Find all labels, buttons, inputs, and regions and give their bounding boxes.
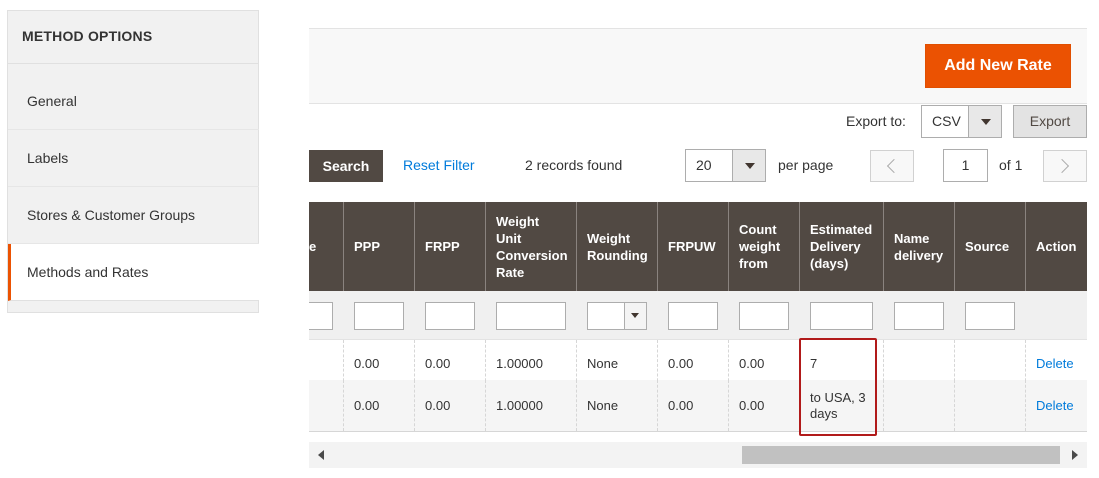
- column-header-weight-rounding[interactable]: Weight Rounding: [576, 202, 657, 291]
- chevron-down-icon: [624, 303, 646, 329]
- sidebar-item-general[interactable]: General: [8, 73, 259, 130]
- page-size-value: 20: [696, 157, 712, 173]
- sidebar-item-stores-customer-groups[interactable]: Stores & Customer Groups: [8, 187, 259, 244]
- export-format-value: CSV: [932, 113, 961, 129]
- sidebar-item-label: Stores & Customer Groups: [27, 207, 196, 223]
- export-format-select[interactable]: CSV: [921, 105, 1002, 138]
- sidebar-item-label: Labels: [27, 150, 69, 166]
- page-size-select[interactable]: 20: [685, 149, 766, 182]
- filter-input-frpp[interactable]: [425, 302, 475, 330]
- rates-grid-header: e PPP FRPP Weight Unit Conversion Rate W…: [309, 202, 1087, 291]
- cell-frpp: 0.00: [414, 380, 485, 431]
- filter-input-frpuw[interactable]: [668, 302, 718, 330]
- filter-input-name-delivery[interactable]: [894, 302, 944, 330]
- next-page-button[interactable]: [1043, 150, 1087, 182]
- scroll-left-arrow-icon[interactable]: [318, 450, 324, 460]
- scrollbar-thumb[interactable]: [742, 446, 1060, 464]
- filter-input-ppp[interactable]: [354, 302, 404, 330]
- column-header-frpp[interactable]: FRPP: [414, 202, 485, 291]
- table-row: 0.00 0.00 1.00000 None 0.00 0.00 to USA,…: [309, 380, 1087, 432]
- scroll-right-arrow-icon[interactable]: [1072, 450, 1078, 460]
- column-header-ppp[interactable]: PPP: [343, 202, 414, 291]
- column-header-source[interactable]: Source: [954, 202, 1025, 291]
- filter-input-source[interactable]: [965, 302, 1015, 330]
- column-header-partial[interactable]: e: [299, 202, 344, 291]
- export-button[interactable]: Export: [1013, 105, 1087, 138]
- column-header-action: Action: [1025, 202, 1087, 291]
- cell-conversion-rate: 1.00000: [485, 380, 576, 431]
- sidebar-item-methods-and-rates[interactable]: Methods and Rates: [8, 244, 259, 301]
- filter-select-weight-rounding[interactable]: [587, 302, 647, 330]
- search-button[interactable]: Search: [309, 150, 383, 182]
- chevron-down-icon: [732, 150, 765, 181]
- method-options-sidebar: METHOD OPTIONS General Labels Stores & C…: [7, 10, 259, 313]
- records-found-count: 2 records found: [525, 157, 623, 173]
- sidebar-title: METHOD OPTIONS: [22, 28, 153, 44]
- chevron-left-icon: [886, 158, 902, 174]
- sidebar-item-labels[interactable]: Labels: [8, 130, 259, 187]
- cell-source: [954, 380, 1025, 431]
- column-header-frpuw[interactable]: FRPUW: [657, 202, 728, 291]
- chevron-down-icon: [968, 106, 1001, 137]
- sidebar-item-label: General: [27, 93, 77, 109]
- horizontal-scrollbar[interactable]: [309, 442, 1087, 468]
- previous-page-button[interactable]: [870, 150, 914, 182]
- column-header-count-weight-from[interactable]: Count weight from: [728, 202, 799, 291]
- cell-frpuw: 0.00: [657, 380, 728, 431]
- cell-estimated-delivery: to USA, 3 days: [799, 380, 883, 431]
- per-page-label: per page: [778, 157, 834, 173]
- cell-ppp: 0.00: [343, 380, 414, 431]
- filter-input-partial[interactable]: [309, 302, 333, 330]
- column-header-estimated-delivery[interactable]: Estimated Delivery (days): [799, 202, 883, 291]
- cell-name-delivery: [883, 380, 954, 431]
- cell-weight-rounding: None: [576, 380, 657, 431]
- chevron-right-icon: [1054, 158, 1070, 174]
- filter-input-estimated-delivery[interactable]: [810, 302, 873, 330]
- total-pages-label: of 1: [999, 157, 1023, 173]
- column-header-weight-unit-conversion-rate[interactable]: Weight Unit Conversion Rate: [485, 202, 576, 291]
- delete-link[interactable]: Delete: [1025, 380, 1087, 431]
- grid-filter-row: [309, 291, 1087, 340]
- filter-input-count-weight-from[interactable]: [739, 302, 789, 330]
- reset-filter-link[interactable]: Reset Filter: [403, 157, 475, 173]
- cell-count-weight-from: 0.00: [728, 380, 799, 431]
- current-page-input[interactable]: 1: [943, 149, 988, 182]
- sidebar-divider: [8, 63, 258, 64]
- filter-input-conversion-rate[interactable]: [496, 302, 566, 330]
- sidebar-item-label: Methods and Rates: [27, 264, 149, 280]
- column-header-name-delivery[interactable]: Name delivery: [883, 202, 954, 291]
- add-new-rate-button[interactable]: Add New Rate: [925, 44, 1071, 88]
- export-to-label: Export to:: [846, 113, 906, 129]
